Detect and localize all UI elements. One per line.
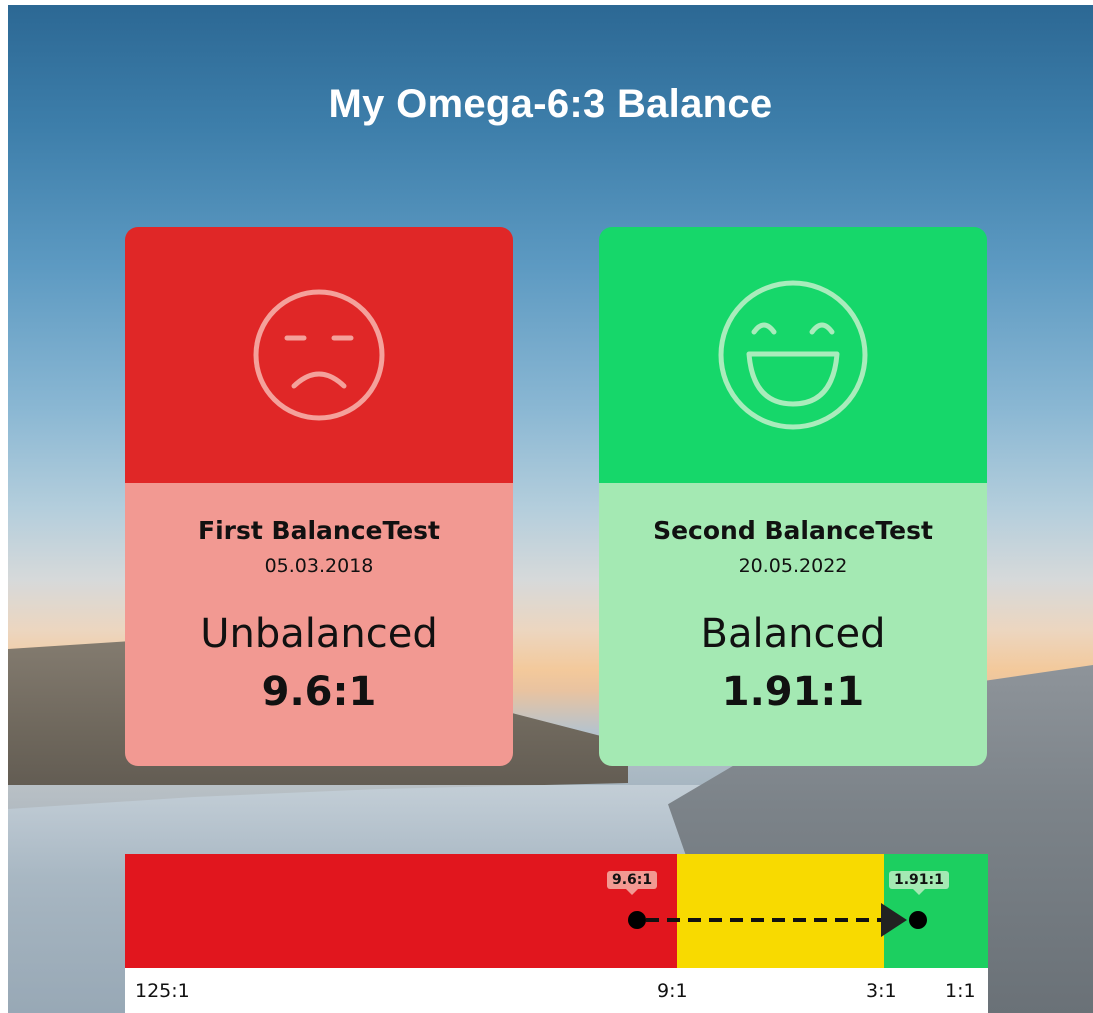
card-status: Balanced <box>700 611 886 657</box>
card-heading: First BalanceTest <box>198 516 440 545</box>
scale-axis: 125:1 9:1 3:1 1:1 <box>125 968 988 1013</box>
sad-face-icon <box>253 289 385 421</box>
second-test-marker-label: 1.91:1 <box>889 871 949 889</box>
arrow-head-icon <box>881 903 907 937</box>
tick-label: 1:1 <box>945 980 976 1002</box>
second-test-card: Second BalanceTest 20.05.2022 Balanced 1… <box>599 227 987 766</box>
first-test-card: First BalanceTest 05.03.2018 Unbalanced … <box>125 227 513 766</box>
card-status: Unbalanced <box>200 611 438 657</box>
second-test-marker-dot <box>909 911 927 929</box>
progress-arrow <box>628 903 927 937</box>
card-date: 05.03.2018 <box>264 555 374 577</box>
balance-scale: 9.6:1 1.91:1 125:1 9:1 3:1 1:1 <box>125 854 988 1013</box>
tick-label: 3:1 <box>866 980 897 1002</box>
second-test-card-body: Second BalanceTest 20.05.2022 Balanced 1… <box>599 483 987 766</box>
card-ratio: 1.91:1 <box>721 669 865 715</box>
tick-label: 125:1 <box>135 980 190 1002</box>
scale-bar: 9.6:1 1.91:1 <box>125 854 988 968</box>
card-heading: Second BalanceTest <box>653 516 933 545</box>
card-date: 20.05.2022 <box>738 555 848 577</box>
first-test-card-header <box>125 227 513 483</box>
first-test-marker-dot <box>628 911 646 929</box>
card-ratio: 9.6:1 <box>261 669 377 715</box>
tick-label: 9:1 <box>657 980 688 1002</box>
first-test-card-body: First BalanceTest 05.03.2018 Unbalanced … <box>125 483 513 766</box>
laughing-face-icon <box>718 280 868 430</box>
first-test-marker-label: 9.6:1 <box>607 871 658 889</box>
page-title: My Omega-6:3 Balance <box>328 82 773 126</box>
second-test-card-header <box>599 227 987 483</box>
